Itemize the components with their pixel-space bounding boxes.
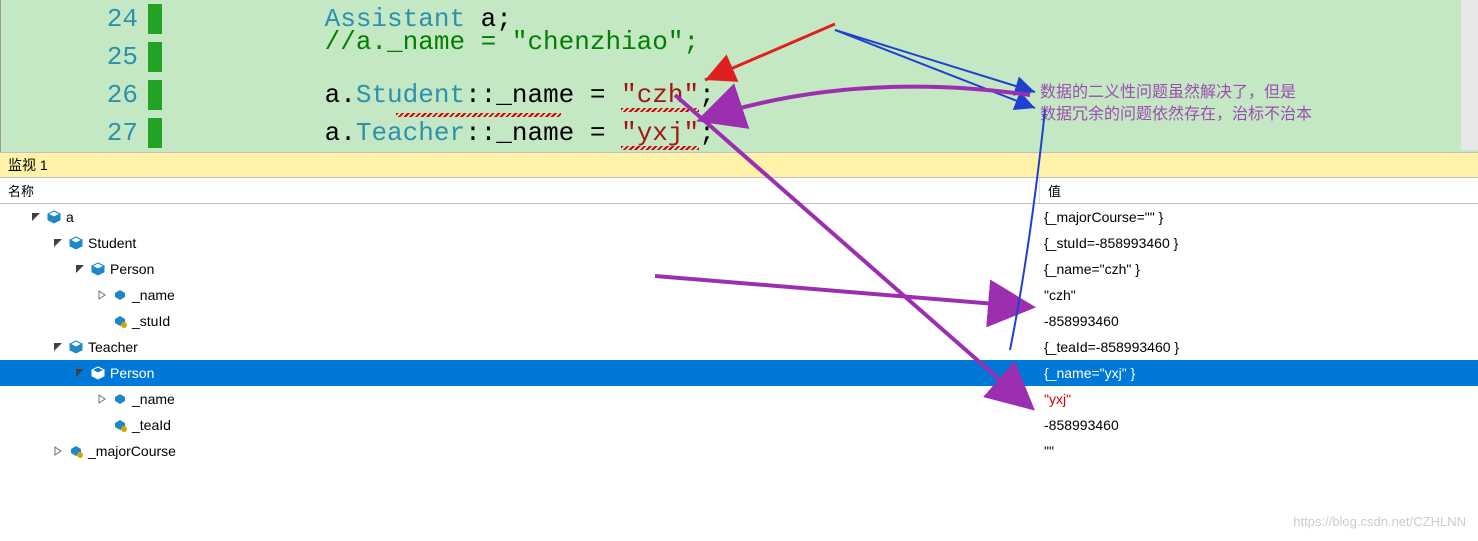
code-editor[interactable]: 24 Assistant a; 25 //a._name = "chenzhia… [0, 0, 1478, 152]
obj-icon [90, 365, 106, 381]
tree-name-cell[interactable]: _teaId [0, 412, 1040, 438]
tree-node-name: Person [110, 261, 154, 277]
collapse-icon[interactable] [52, 341, 64, 353]
obj-icon [90, 261, 106, 277]
tree-node-value: "yxj" [1040, 391, 1478, 407]
tree-row[interactable]: Person {_name="czh" } [0, 256, 1478, 282]
field-icon [112, 287, 128, 303]
line-number: 26 [1, 80, 156, 110]
code-string: "yxj" [621, 118, 699, 148]
tree-node-name: _stuId [132, 313, 170, 329]
watch-col-value[interactable]: 值 [1040, 178, 1478, 203]
tree-node-name: Student [88, 235, 136, 251]
code-ident: ::_name = [465, 118, 621, 148]
code-op: ; [699, 118, 715, 148]
line-number: 27 [1, 118, 156, 148]
tree-name-cell[interactable]: _name [0, 386, 1040, 412]
obj-icon [68, 235, 84, 251]
collapse-icon[interactable] [74, 367, 86, 379]
watch-tree[interactable]: a {_majorCourse="" } Student {_stuId=-85899… [0, 204, 1478, 464]
fieldkey-icon [112, 313, 128, 329]
tree-node-name: Teacher [88, 339, 138, 355]
tree-node-value: {_stuId=-858993460 } [1040, 235, 1478, 251]
tree-node-name: Person [110, 365, 154, 381]
tree-name-cell[interactable]: Person [0, 256, 1040, 282]
watermark: https://blog.csdn.net/CZHLNN [1293, 514, 1466, 529]
obj-icon [68, 339, 84, 355]
tree-row[interactable]: Person {_name="yxj" } [0, 360, 1478, 386]
code-class: Teacher [356, 118, 465, 148]
tree-node-value: -858993460 [1040, 417, 1478, 433]
tree-name-cell[interactable]: Person [0, 360, 1040, 386]
tree-name-cell[interactable]: _majorCourse [0, 438, 1040, 464]
fieldkey-icon [68, 443, 84, 459]
tree-node-name: _majorCourse [88, 443, 176, 459]
tree-row[interactable]: _teaId -858993460 [0, 412, 1478, 438]
tree-row[interactable]: Teacher {_teaId=-858993460 } [0, 334, 1478, 360]
collapse-icon[interactable] [30, 211, 42, 223]
expand-icon[interactable] [52, 445, 64, 457]
obj-icon [46, 209, 62, 225]
tree-row[interactable]: _name "yxj" [0, 386, 1478, 412]
tree-node-value: {_name="czh" } [1040, 261, 1478, 277]
annotation-text: 数据的二义性问题虽然解决了，但是 数据冗余的问题依然存在，治标不治本 [1040, 82, 1312, 126]
tree-node-value: {_teaId=-858993460 } [1040, 339, 1478, 355]
field-icon [112, 391, 128, 407]
fieldkey-icon [112, 417, 128, 433]
tree-name-cell[interactable]: _name [0, 282, 1040, 308]
tree-node-value: "" [1040, 443, 1478, 459]
tree-row[interactable]: a {_majorCourse="" } [0, 204, 1478, 230]
tree-row[interactable]: Student {_stuId=-858993460 } [0, 230, 1478, 256]
tree-name-cell[interactable]: Student [0, 230, 1040, 256]
tree-node-value: "czh" [1040, 287, 1478, 303]
tree-node-value: -858993460 [1040, 313, 1478, 329]
scrollbar[interactable] [1461, 0, 1478, 150]
tree-name-cell[interactable]: Teacher [0, 334, 1040, 360]
watch-col-name[interactable]: 名称 [0, 178, 1040, 203]
expander-none [96, 315, 108, 327]
expander-none [96, 419, 108, 431]
tree-node-name: a [66, 209, 74, 225]
tree-node-value: {_majorCourse="" } [1040, 209, 1478, 225]
tree-row[interactable]: _name "czh" [0, 282, 1478, 308]
expand-icon[interactable] [96, 393, 108, 405]
tree-node-name: _name [132, 287, 175, 303]
code-ident: a. [325, 118, 356, 148]
tree-node-name: _name [132, 391, 175, 407]
tree-row[interactable]: _majorCourse "" [0, 438, 1478, 464]
tree-row[interactable]: _stuId -858993460 [0, 308, 1478, 334]
line-number: 25 [1, 42, 156, 72]
watch-columns: 名称 值 [0, 178, 1478, 204]
expand-icon[interactable] [96, 289, 108, 301]
tree-node-name: _teaId [132, 417, 171, 433]
tree-node-value: {_name="yxj" } [1040, 365, 1478, 381]
code-text[interactable]: a.Teacher::_name = "yxj"; [156, 88, 715, 178]
annotation-line: 数据冗余的问题依然存在，治标不治本 [1040, 104, 1312, 126]
collapse-icon[interactable] [74, 263, 86, 275]
line-number: 24 [1, 4, 156, 34]
tree-name-cell[interactable]: _stuId [0, 308, 1040, 334]
annotation-line: 数据的二义性问题虽然解决了，但是 [1040, 82, 1312, 104]
collapse-icon[interactable] [52, 237, 64, 249]
tree-name-cell[interactable]: a [0, 204, 1040, 230]
